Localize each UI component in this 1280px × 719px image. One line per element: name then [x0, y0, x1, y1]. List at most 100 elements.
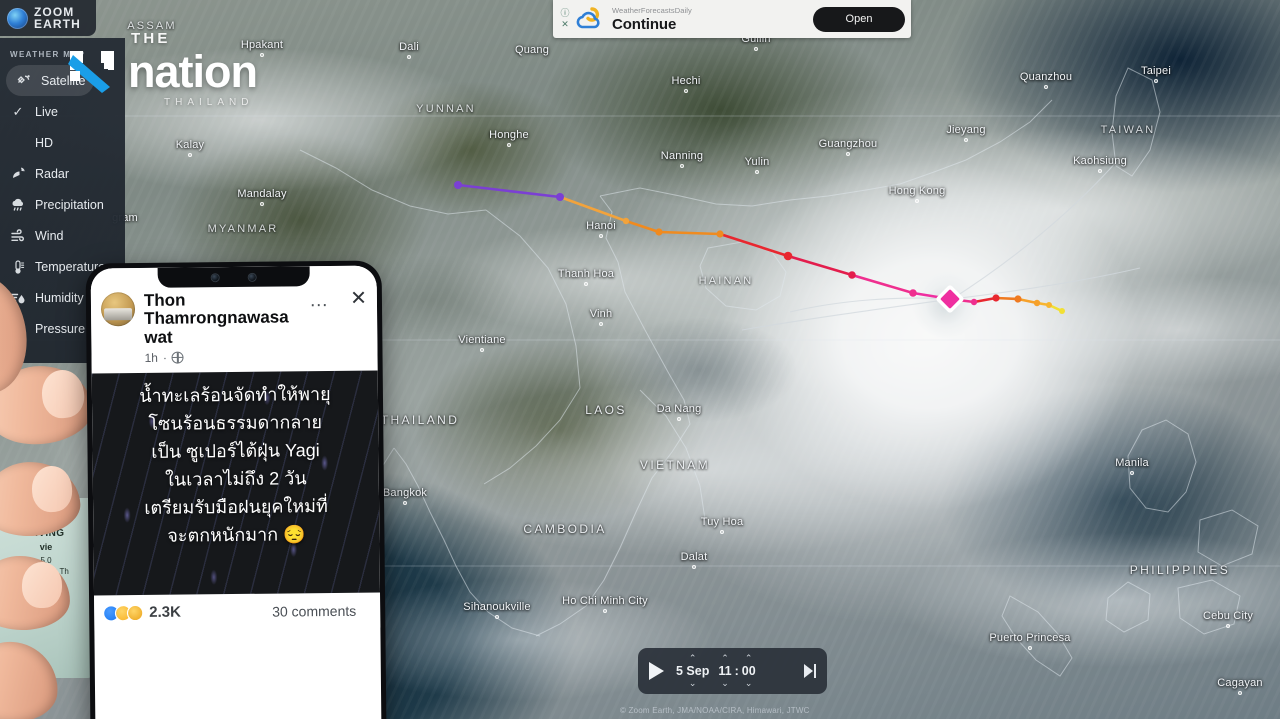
map-city-dot [480, 348, 484, 352]
current-position-diamond[interactable] [935, 284, 965, 314]
track-point[interactable] [1059, 308, 1065, 314]
info-icon[interactable]: ⓘ [560, 9, 569, 18]
humidity-icon [10, 290, 26, 306]
post-timestamp: 1h [144, 350, 158, 366]
map-city-dot [603, 609, 607, 613]
minute-stepper[interactable]: ⌃ 00 ⌄ [741, 653, 756, 689]
date-value: 5 Sep [676, 663, 710, 678]
track-point[interactable] [1033, 299, 1041, 307]
track-point[interactable] [655, 228, 663, 236]
track-point[interactable] [1014, 295, 1022, 303]
chevron-up-icon[interactable]: ⌃ [745, 653, 753, 663]
minute-value: 00 [741, 663, 756, 678]
close-icon[interactable]: ✕ [561, 20, 569, 29]
date-stepper[interactable]: ⌃ 5 Sep ⌄ [676, 653, 710, 689]
map-city-dot [407, 55, 411, 59]
phone-device: Thon Thamrongnawasawat 1h · … ✕ น้ำทะเลร… [85, 260, 387, 719]
chevron-down-icon[interactable]: ⌄ [745, 679, 753, 688]
promo-brand: WeatherForecastsDaily [612, 5, 692, 15]
map-city-dot [964, 138, 968, 142]
radar-icon [10, 166, 26, 182]
track-point[interactable] [622, 217, 630, 225]
zoom-earth-screenshot: ASSAM Hpakant Dali Quang Hechi Guilin Quanzhou… [0, 0, 1280, 719]
menu-item-label: Humidity [35, 290, 84, 305]
post-footer: 2.3K 30 comments [94, 592, 381, 631]
map-attribution: © Zoom Earth, JMA/NOAA/CIRA, Himawari, J… [620, 706, 810, 715]
menu-item-hd[interactable]: HD [0, 127, 125, 158]
track-segment [456, 183, 562, 199]
comments-count[interactable]: 30 comments [272, 602, 356, 619]
open-button[interactable]: Open [813, 6, 905, 32]
chevron-down-icon[interactable]: ⌄ [721, 679, 729, 688]
menu-item-label: Live [35, 104, 58, 119]
menu-item-label: Precipitation [35, 197, 104, 212]
more-options-icon[interactable]: … [309, 290, 329, 311]
bg-card-line-2: vie [39, 542, 53, 552]
track-point[interactable] [556, 193, 564, 201]
chevron-down-icon[interactable]: ⌄ [689, 679, 697, 688]
map-city-dot [1098, 169, 1102, 173]
weather-cloud-sun-icon [576, 7, 600, 29]
map-city-dot [403, 501, 407, 505]
menu-item-precipitation[interactable]: Precipitation [0, 189, 125, 220]
map-city-dot [677, 417, 681, 421]
time-separator: : [734, 664, 739, 678]
chevron-up-icon[interactable]: ⌃ [689, 653, 697, 663]
map-city-dot [1154, 79, 1158, 83]
track-segment [850, 273, 915, 295]
track-point[interactable] [783, 251, 793, 261]
sad-icon [128, 605, 143, 620]
reaction-icons[interactable]: 2.3K [104, 604, 181, 622]
menu-item-satellite[interactable]: Satellite [6, 65, 94, 96]
play-icon[interactable] [649, 662, 664, 680]
post-text-line: ในเวลาไม่ถึง 2 วัน [164, 468, 307, 490]
post-text-line: จะตกหนักมาก 😔 [167, 523, 306, 546]
track-point[interactable] [992, 294, 1000, 302]
track-point[interactable] [909, 289, 917, 297]
zoom-earth-logo[interactable]: ZOOM EARTH [0, 0, 96, 36]
logo-line-2: EARTH [34, 17, 81, 31]
hour-stepper[interactable]: ⌃ 11 ⌄ [718, 653, 732, 689]
public-globe-icon [171, 351, 184, 364]
close-icon[interactable]: ✕ [338, 288, 367, 310]
phone-screen[interactable]: Thon Thamrongnawasawat 1h · … ✕ น้ำทะเลร… [90, 265, 382, 719]
map-city-dot [684, 89, 688, 93]
track-point[interactable] [716, 230, 724, 238]
track-segment [718, 232, 790, 258]
menu-item-radar[interactable]: Radar [0, 158, 125, 189]
map-city-dot [507, 143, 511, 147]
menu-item-label: Radar [35, 166, 70, 181]
menu-item-wind[interactable]: Wind [0, 220, 125, 251]
map-city-dot [1028, 646, 1032, 650]
map-city-dot [260, 202, 264, 206]
bg-card-line-4: Skydiving Th [23, 567, 69, 576]
precipitation-icon [10, 197, 26, 213]
globe-icon [7, 7, 28, 29]
post-author-name[interactable]: Thon Thamrongnawasawat [144, 290, 301, 347]
menu-item-label: Pressure [35, 321, 86, 336]
track-segment [624, 219, 661, 234]
bg-card-line-5: EN 7AM [28, 583, 64, 592]
wind-icon [10, 228, 26, 244]
skip-next-icon[interactable] [804, 664, 816, 678]
map-city-dot [584, 282, 588, 286]
track-point[interactable] [1046, 302, 1052, 308]
menu-item-live[interactable]: ✓ Live [0, 96, 125, 127]
hour-value: 11 [718, 663, 732, 678]
track-point[interactable] [848, 271, 856, 279]
avatar[interactable] [100, 292, 136, 327]
track-point[interactable] [454, 181, 462, 189]
app-promo-banner[interactable]: ⓘ ✕ WeatherForecastsDaily Continue Open [553, 0, 911, 38]
timeline-control[interactable]: ⌃ 5 Sep ⌄ ⌃ 11 ⌄ : ⌃ 00 ⌄ [638, 648, 827, 694]
post-text-line: น้ำทะเลร้อนจัดทำให้พายุ [139, 384, 331, 407]
map-city-dot [1226, 624, 1230, 628]
satellite-icon [16, 73, 32, 89]
promo-title: Continue [612, 15, 677, 33]
no-icon [10, 135, 26, 151]
chevron-up-icon[interactable]: ⌃ [721, 653, 729, 663]
track-segment [786, 254, 854, 277]
thermometer-icon [10, 259, 26, 275]
reaction-count: 2.3K [149, 603, 181, 621]
track-segment [657, 230, 722, 236]
track-point[interactable] [970, 298, 978, 306]
